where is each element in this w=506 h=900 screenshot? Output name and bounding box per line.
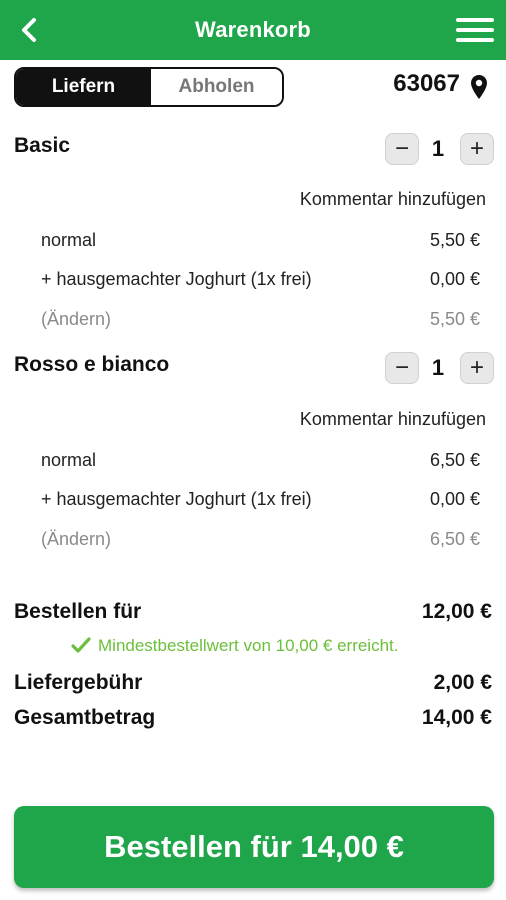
increase-quantity-button[interactable]: + [460,352,494,384]
add-comment-link[interactable]: Kommentar hinzufügen [300,409,486,430]
edit-item-link[interactable]: (Ändern) [41,529,111,550]
item-extra: + hausgemachter Joghurt (1x frei) [41,489,312,509]
item-variant-price: 6,50 € [429,450,480,470]
total-label: Gesamtbetrag [14,706,156,729]
add-comment-link[interactable]: Kommentar hinzufügen [300,189,486,210]
zip-code[interactable]: 63067 [393,70,460,98]
location-pin-icon[interactable] [470,74,488,100]
item-subtotal: 5,50 € [429,309,480,329]
delivery-mode-toggle: Liefern Abholen [14,67,284,107]
app-header: Warenkorb [0,0,506,60]
pickup-option[interactable]: Abholen [151,69,282,105]
delivery-fee-value: 2,00 € [433,671,492,694]
edit-item-link[interactable]: (Ändern) [41,309,111,330]
hamburger-menu-icon[interactable] [456,14,496,46]
order-for-label: Bestellen für [14,600,142,623]
item-extra-price: 0,00 € [429,269,480,289]
page-title: Warenkorb [195,17,311,42]
deliver-option[interactable]: Liefern [16,69,151,105]
item-quantity: 1 [431,136,445,161]
cart-item-name: Basic [14,134,71,157]
decrease-quantity-button[interactable]: − [385,352,419,384]
cart-item-name: Rosso e bianco [14,353,170,376]
decrease-quantity-button[interactable]: − [385,133,419,165]
delivery-fee-label: Liefergebühr [14,671,143,694]
increase-quantity-button[interactable]: + [460,133,494,165]
item-quantity: 1 [431,355,445,380]
item-variant-price: 5,50 € [429,230,480,250]
min-order-notice: Mindestbestellwert von 10,00 € erreicht. [98,636,399,655]
item-subtotal: 6,50 € [429,529,480,549]
total-value: 14,00 € [421,706,492,729]
order-for-value: 12,00 € [421,600,492,623]
item-extra-price: 0,00 € [429,489,480,509]
item-extra: + hausgemachter Joghurt (1x frei) [41,269,312,289]
place-order-button[interactable]: Bestellen für 14,00 € [14,806,494,888]
checkmark-icon [71,637,91,653]
item-variant: normal [41,230,97,250]
item-variant: normal [41,450,97,470]
